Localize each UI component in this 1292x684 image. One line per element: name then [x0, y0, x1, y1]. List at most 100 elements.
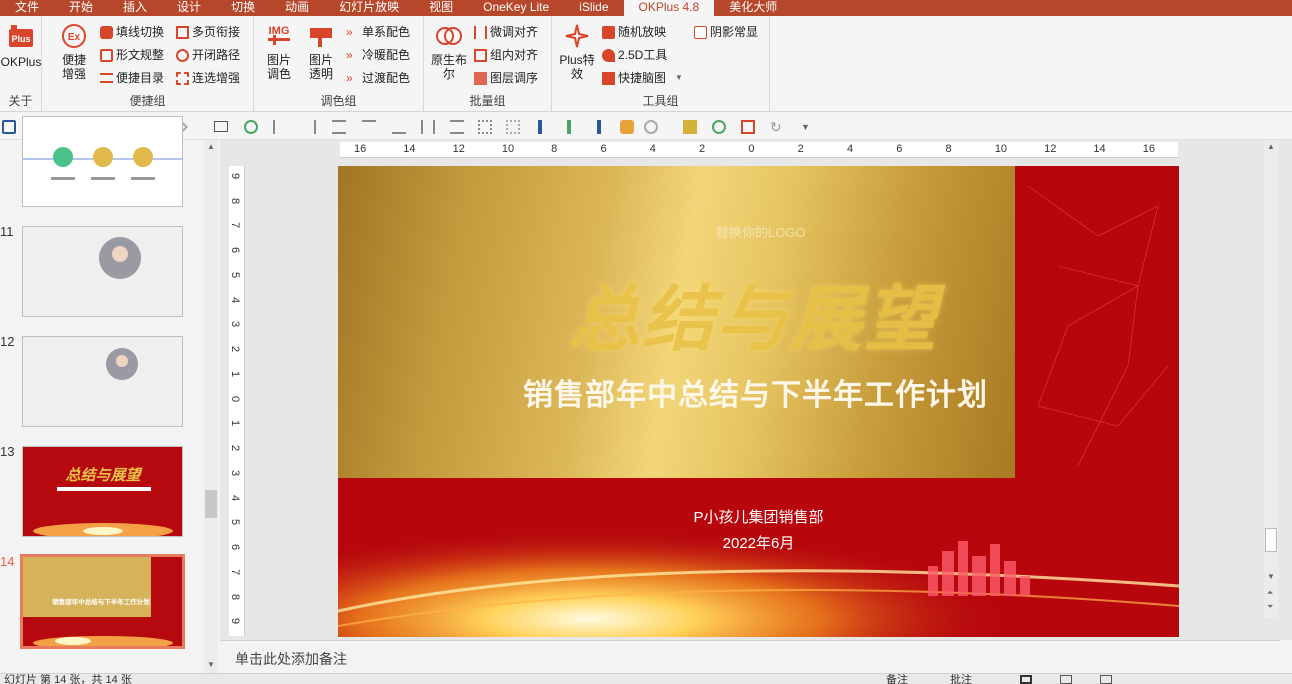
shape-text-align-button[interactable]: 形文规整 [100, 47, 164, 63]
notes-pane[interactable]: 单击此处添加备注 [220, 640, 1280, 673]
ruler-tick: 10 [994, 143, 1008, 155]
image-color-button[interactable]: IMG 图片 调色 [262, 22, 296, 81]
ungroup-icon[interactable] [506, 120, 520, 134]
paint-icon[interactable] [620, 120, 634, 134]
merge-shapes-icon[interactable] [644, 120, 658, 134]
thumbnail-slide-11[interactable] [22, 226, 183, 317]
image-transparent-label: 图片 透明 [308, 53, 333, 81]
slide-title[interactable]: 销售部年中总结与下半年工作计划 [523, 370, 988, 414]
tab-design[interactable]: 设计 [162, 0, 216, 16]
align-bottom-icon[interactable] [392, 120, 406, 134]
slide-number-14: 14 [0, 554, 15, 569]
vertical-ruler: 9 8 7 6 5 4 3 2 1 0 1 2 3 4 5 6 7 8 9 [229, 166, 245, 636]
distribute-v-icon[interactable] [450, 120, 464, 134]
group-align-button[interactable]: 组内对齐 [474, 47, 538, 63]
tab-slideshow[interactable]: 幻灯片放映 [324, 0, 414, 16]
editor-scrollbar[interactable]: ▲ ▼ ⏶ ⏷ [1264, 140, 1278, 618]
ruler-tick: 16 [1142, 143, 1155, 155]
ruler-tick: 0 [748, 143, 755, 155]
select-icon [176, 71, 189, 85]
cube-icon [602, 48, 615, 62]
customize-qat-icon[interactable]: ▼ [801, 120, 815, 134]
fill-line-switch-button[interactable]: 填线切换 [100, 24, 164, 40]
shadow-visible-checkbox[interactable]: 阴影常显 [694, 24, 758, 40]
align-left-icon[interactable] [273, 120, 287, 134]
thumbnail-slide-13[interactable]: 总结与展望 [22, 446, 183, 537]
current-slide[interactable]: 替换你的LOGO 总结与展望 销售部年中总结与下半年工作计划 P小孩儿集团销售部… [338, 166, 1179, 637]
comments-toggle[interactable]: 批注 [950, 674, 972, 684]
tab-onekey-lite[interactable]: OneKey Lite [468, 0, 564, 16]
slide-art-title[interactable]: 总结与展望 [568, 260, 938, 365]
thumbnail-slide-14[interactable]: 销售部年中总结与下半年工作计划 [20, 554, 185, 649]
tab-animations[interactable]: 动画 [270, 0, 324, 16]
okplus-button[interactable]: Plus OKPlus [0, 22, 42, 69]
prev-slide-icon[interactable]: ⏶ [1267, 588, 1273, 598]
crop-icon[interactable] [741, 120, 755, 134]
tab-transitions[interactable]: 切换 [216, 0, 270, 16]
group-tools-label: 工具组 [642, 94, 679, 108]
scroll-thumb[interactable] [205, 490, 217, 518]
fill-color-icon[interactable] [683, 120, 697, 134]
thumbnail-slide-12[interactable] [22, 336, 183, 427]
image-transparent-button[interactable]: 图片 透明 [304, 22, 338, 81]
align-center-icon[interactable] [332, 120, 346, 134]
thumbnail-slide-10[interactable] [22, 116, 183, 207]
single-color-button[interactable]: » 单系配色 [346, 24, 410, 40]
sorter-view-icon[interactable] [1060, 675, 1072, 684]
multi-select-button[interactable]: 连选增强 [176, 70, 240, 86]
align-top-icon[interactable] [362, 120, 376, 134]
checkbox-icon [694, 25, 707, 39]
notes-toggle[interactable]: 备注 [886, 674, 908, 684]
layer-order-button[interactable]: 图层调序 [474, 70, 538, 86]
tool-25d-button[interactable]: 2.5D工具 [602, 47, 667, 63]
warm-cold-color-button[interactable]: » 冷暖配色 [346, 47, 410, 63]
scroll-up-icon[interactable]: ▲ [1267, 142, 1275, 151]
scroll-thumb[interactable] [1265, 528, 1277, 552]
circle-icon[interactable] [712, 120, 726, 134]
distribute-h-icon[interactable] [421, 120, 435, 134]
random-play-button[interactable]: 随机放映 [602, 24, 666, 40]
scroll-down-icon[interactable]: ▼ [1267, 572, 1275, 581]
chevron-down-icon: » [346, 24, 353, 39]
bar-green-icon[interactable] [567, 120, 571, 134]
tab-file[interactable]: 文件 [0, 0, 54, 16]
thumbnails-scrollbar[interactable]: ▲ ▼ [204, 140, 218, 673]
slide-date[interactable]: 2022年6月 [338, 532, 1179, 553]
ruler-tick: 14 [1093, 143, 1106, 155]
open-close-path-button[interactable]: 开闭路径 [176, 47, 240, 63]
notes-placeholder[interactable]: 单击此处添加备注 [235, 649, 347, 669]
save-icon[interactable] [2, 120, 16, 134]
tab-okplus[interactable]: OKPlus 4.8 [623, 0, 715, 16]
group-batch-label: 批量组 [469, 94, 506, 108]
mindmap-button[interactable]: 快捷脑图 ▼ [602, 70, 683, 86]
oval-icon[interactable] [244, 120, 258, 134]
tab-islide[interactable]: iSlide [564, 0, 623, 16]
boolean-button[interactable]: 原生布 尔 [428, 22, 470, 81]
tab-view[interactable]: 视图 [414, 0, 468, 16]
tab-home[interactable]: 开始 [54, 0, 108, 16]
slide-thumbnails-pane: 11 12 13 总结与展望 14 销售部年中总结与下半年工作计划 [0, 116, 220, 673]
svg-text:Plus: Plus [11, 34, 30, 44]
gradient-color-button[interactable]: » 过渡配色 [346, 70, 410, 86]
group-icon[interactable] [478, 120, 492, 134]
slide-company[interactable]: P小孩儿集团销售部 [338, 506, 1179, 527]
fine-align-button[interactable]: 微调对齐 [474, 24, 538, 40]
align-right-icon[interactable] [302, 120, 316, 134]
refresh-icon[interactable]: ↻ [770, 120, 784, 134]
multipage-link-button[interactable]: 多页衔接 [176, 24, 240, 40]
sparkle-icon [562, 22, 592, 50]
textbox-icon[interactable] [214, 121, 228, 132]
quick-toc-button[interactable]: 便捷目录 [100, 70, 164, 86]
slide-logo-placeholder[interactable]: 替换你的LOGO [716, 222, 806, 241]
bar-blue2-icon[interactable] [597, 120, 601, 134]
tab-meihua[interactable]: 美化大师 [714, 0, 792, 16]
next-slide-icon[interactable]: ⏷ [1267, 602, 1273, 612]
reading-view-icon[interactable] [1100, 675, 1112, 684]
bar-blue-icon[interactable] [538, 120, 542, 134]
quick-enhance-button[interactable]: Ex 便捷 增强 [56, 22, 92, 81]
scroll-up-icon[interactable]: ▲ [207, 142, 215, 151]
normal-view-icon[interactable] [1020, 675, 1032, 684]
tab-insert[interactable]: 插入 [108, 0, 162, 16]
scroll-down-icon[interactable]: ▼ [207, 660, 215, 669]
plus-effects-button[interactable]: Plus特 效 [556, 22, 598, 81]
